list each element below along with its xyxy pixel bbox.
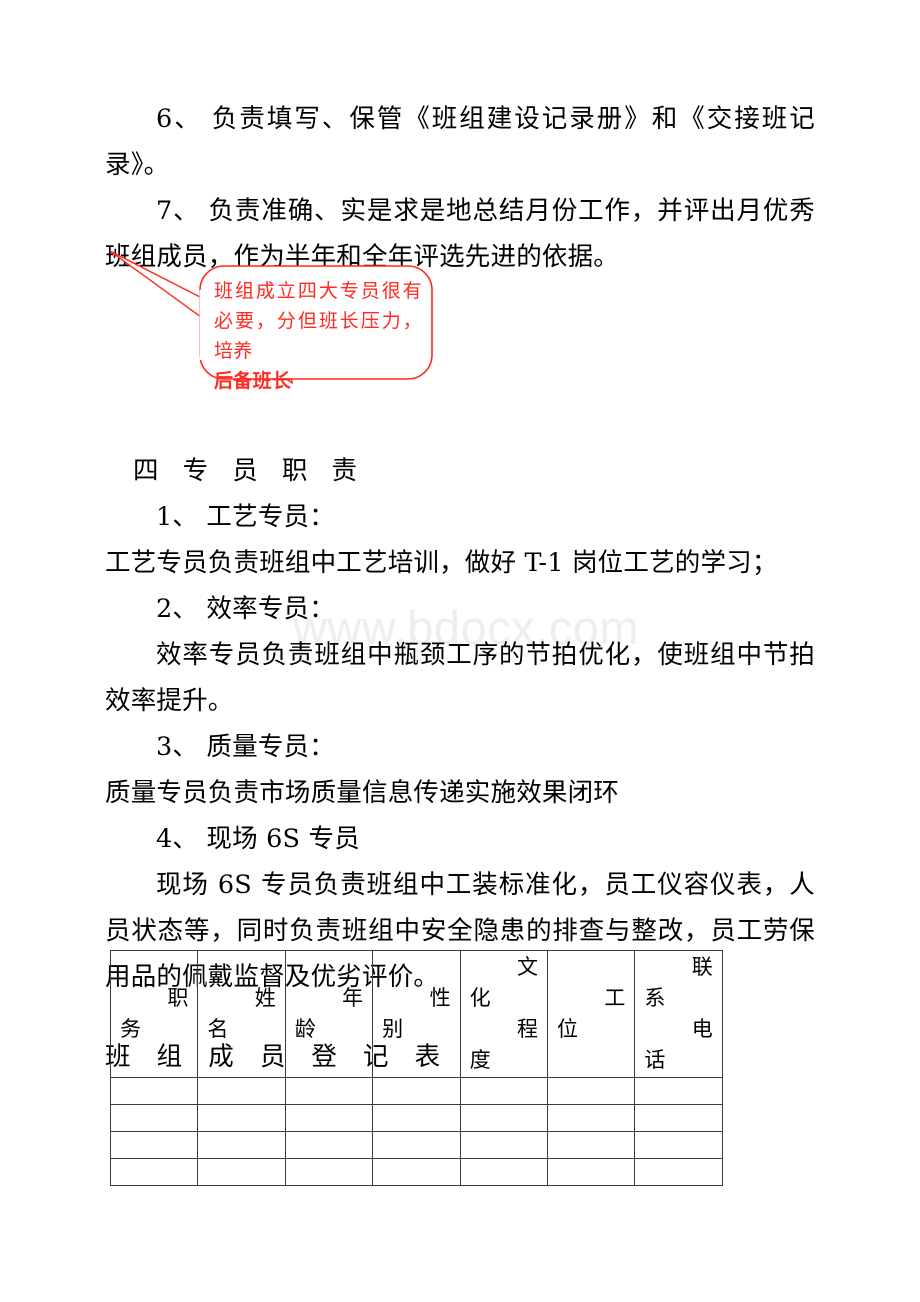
table-cell-empty[interactable] (109, 1131, 199, 1159)
callout-text-block: 班组成立四大专员很有必要，分但班长压力，培养 后备班长 (214, 276, 422, 396)
table-header-row: 职 务 姓 名 年 龄 性 别 文 化 程 度 工 位 联 系 电 话 (109, 950, 723, 1078)
table-cell-empty[interactable] (459, 1077, 548, 1105)
header-char: 工 (604, 986, 626, 1010)
header-char: 电 (691, 1017, 713, 1041)
table-cell-empty[interactable] (459, 1104, 548, 1132)
table-cell-empty[interactable] (546, 1104, 636, 1132)
header-char: 姓 (254, 986, 276, 1010)
subsection-body-3: 质量专员负责市场质量信息传递实施效果闭环 (105, 778, 620, 808)
table-cell-empty[interactable] (634, 1158, 723, 1186)
header-char: 性 (429, 986, 451, 1010)
table-header-cell-name: 姓 名 (197, 950, 286, 1078)
table-cell-empty[interactable] (459, 1131, 548, 1159)
subsection-body-2: 效率专员负责班组中瓶颈工序的节拍优化，使班组中节拍效率提升。 (105, 640, 815, 716)
table-cell-empty[interactable] (546, 1158, 636, 1186)
table-row[interactable] (109, 1104, 723, 1132)
document-page: www.bdocx.com 6、 负责填写、保管《班组建设记录册》和《交接班记录… (0, 0, 920, 1302)
table-cell-empty[interactable] (197, 1077, 286, 1105)
header-char: 化 (469, 986, 491, 1010)
table-header-cell-education: 文 化 程 度 (459, 950, 548, 1078)
header-char: 职 (167, 986, 189, 1010)
roster-table: 职 务 姓 名 年 龄 性 别 文 化 程 度 工 位 联 系 电 话 (109, 950, 723, 1186)
table-cell-empty[interactable] (634, 1104, 723, 1132)
table-cell-empty[interactable] (284, 1131, 374, 1159)
header-char: 话 (644, 1048, 666, 1072)
table-cell-empty[interactable] (197, 1131, 286, 1159)
table-cell-empty[interactable] (372, 1077, 461, 1105)
subsection-title-2: 2、 效率专员： (156, 594, 335, 624)
table-header-cell-age: 年 龄 (284, 950, 374, 1078)
table-cell-empty[interactable] (284, 1077, 374, 1105)
header-stack-age: 年 龄 (286, 951, 372, 1077)
header-stack-station: 工 位 (548, 951, 634, 1077)
table-cell-empty[interactable] (284, 1158, 374, 1186)
header-stack-position: 职 务 (111, 951, 197, 1077)
paragraph-item-6: 6、 负责填写、保管《班组建设记录册》和《交接班记录》。 (105, 104, 815, 180)
table-cell-empty[interactable] (372, 1131, 461, 1159)
section-heading-duty: 四 专 员 职 责 (133, 456, 365, 486)
header-char: 名 (207, 1017, 229, 1041)
table-cell-empty[interactable] (634, 1077, 723, 1105)
header-stack-gender: 性 别 (373, 951, 459, 1077)
subsection-title-3: 3、 质量专员： (156, 732, 335, 762)
table-cell-empty[interactable] (197, 1158, 286, 1186)
callout-annotation[interactable]: 班组成立四大专员很有必要，分但班长压力，培养 后备班长 (100, 240, 445, 392)
header-char: 别 (382, 1017, 404, 1041)
table-row[interactable] (109, 1077, 723, 1105)
table-cell-empty[interactable] (459, 1158, 548, 1186)
table-cell-empty[interactable] (634, 1131, 723, 1159)
table-cell-empty[interactable] (372, 1104, 461, 1132)
table-header-cell-gender: 性 别 (372, 950, 461, 1078)
header-char: 度 (469, 1048, 491, 1072)
table-header-cell-phone: 联 系 电 话 (634, 950, 723, 1078)
table-cell-empty[interactable] (109, 1158, 199, 1186)
callout-line-2: 要，分但班长压力，培养 (214, 310, 422, 362)
header-char: 龄 (294, 1017, 316, 1041)
header-stack-name: 姓 名 (198, 951, 284, 1077)
table-cell-empty[interactable] (372, 1158, 461, 1186)
subsection-title-4: 4、 现场 6S 专员 (156, 824, 360, 854)
table-header-cell-position: 职 务 (109, 950, 199, 1078)
subsection-body-1: 工艺专员负责班组中工艺培训，做好 T-1 岗位工艺的学习； (105, 548, 778, 578)
table-row[interactable] (109, 1158, 723, 1186)
table-cell-empty[interactable] (109, 1077, 199, 1105)
header-stack-phone: 联 系 电 话 (635, 951, 721, 1077)
table-cell-empty[interactable] (109, 1104, 199, 1132)
subsection-title-1: 1、 工艺专员： (156, 502, 335, 532)
header-stack-education: 文 化 程 度 (461, 951, 547, 1077)
header-char: 年 (342, 986, 364, 1010)
table-cell-empty[interactable] (546, 1131, 636, 1159)
header-char: 务 (120, 1017, 141, 1041)
header-char: 文 (516, 955, 538, 979)
header-char: 联 (691, 955, 713, 979)
table-cell-empty[interactable] (284, 1104, 374, 1132)
header-char: 程 (516, 1017, 538, 1041)
table-cell-empty[interactable] (197, 1104, 286, 1132)
table-header-cell-station: 工 位 (546, 950, 636, 1078)
table-cell-empty[interactable] (546, 1077, 636, 1105)
table-row[interactable] (109, 1131, 723, 1159)
header-char: 位 (556, 1017, 578, 1041)
header-char: 系 (644, 986, 666, 1010)
callout-line-3: 后备班长 (214, 370, 292, 392)
